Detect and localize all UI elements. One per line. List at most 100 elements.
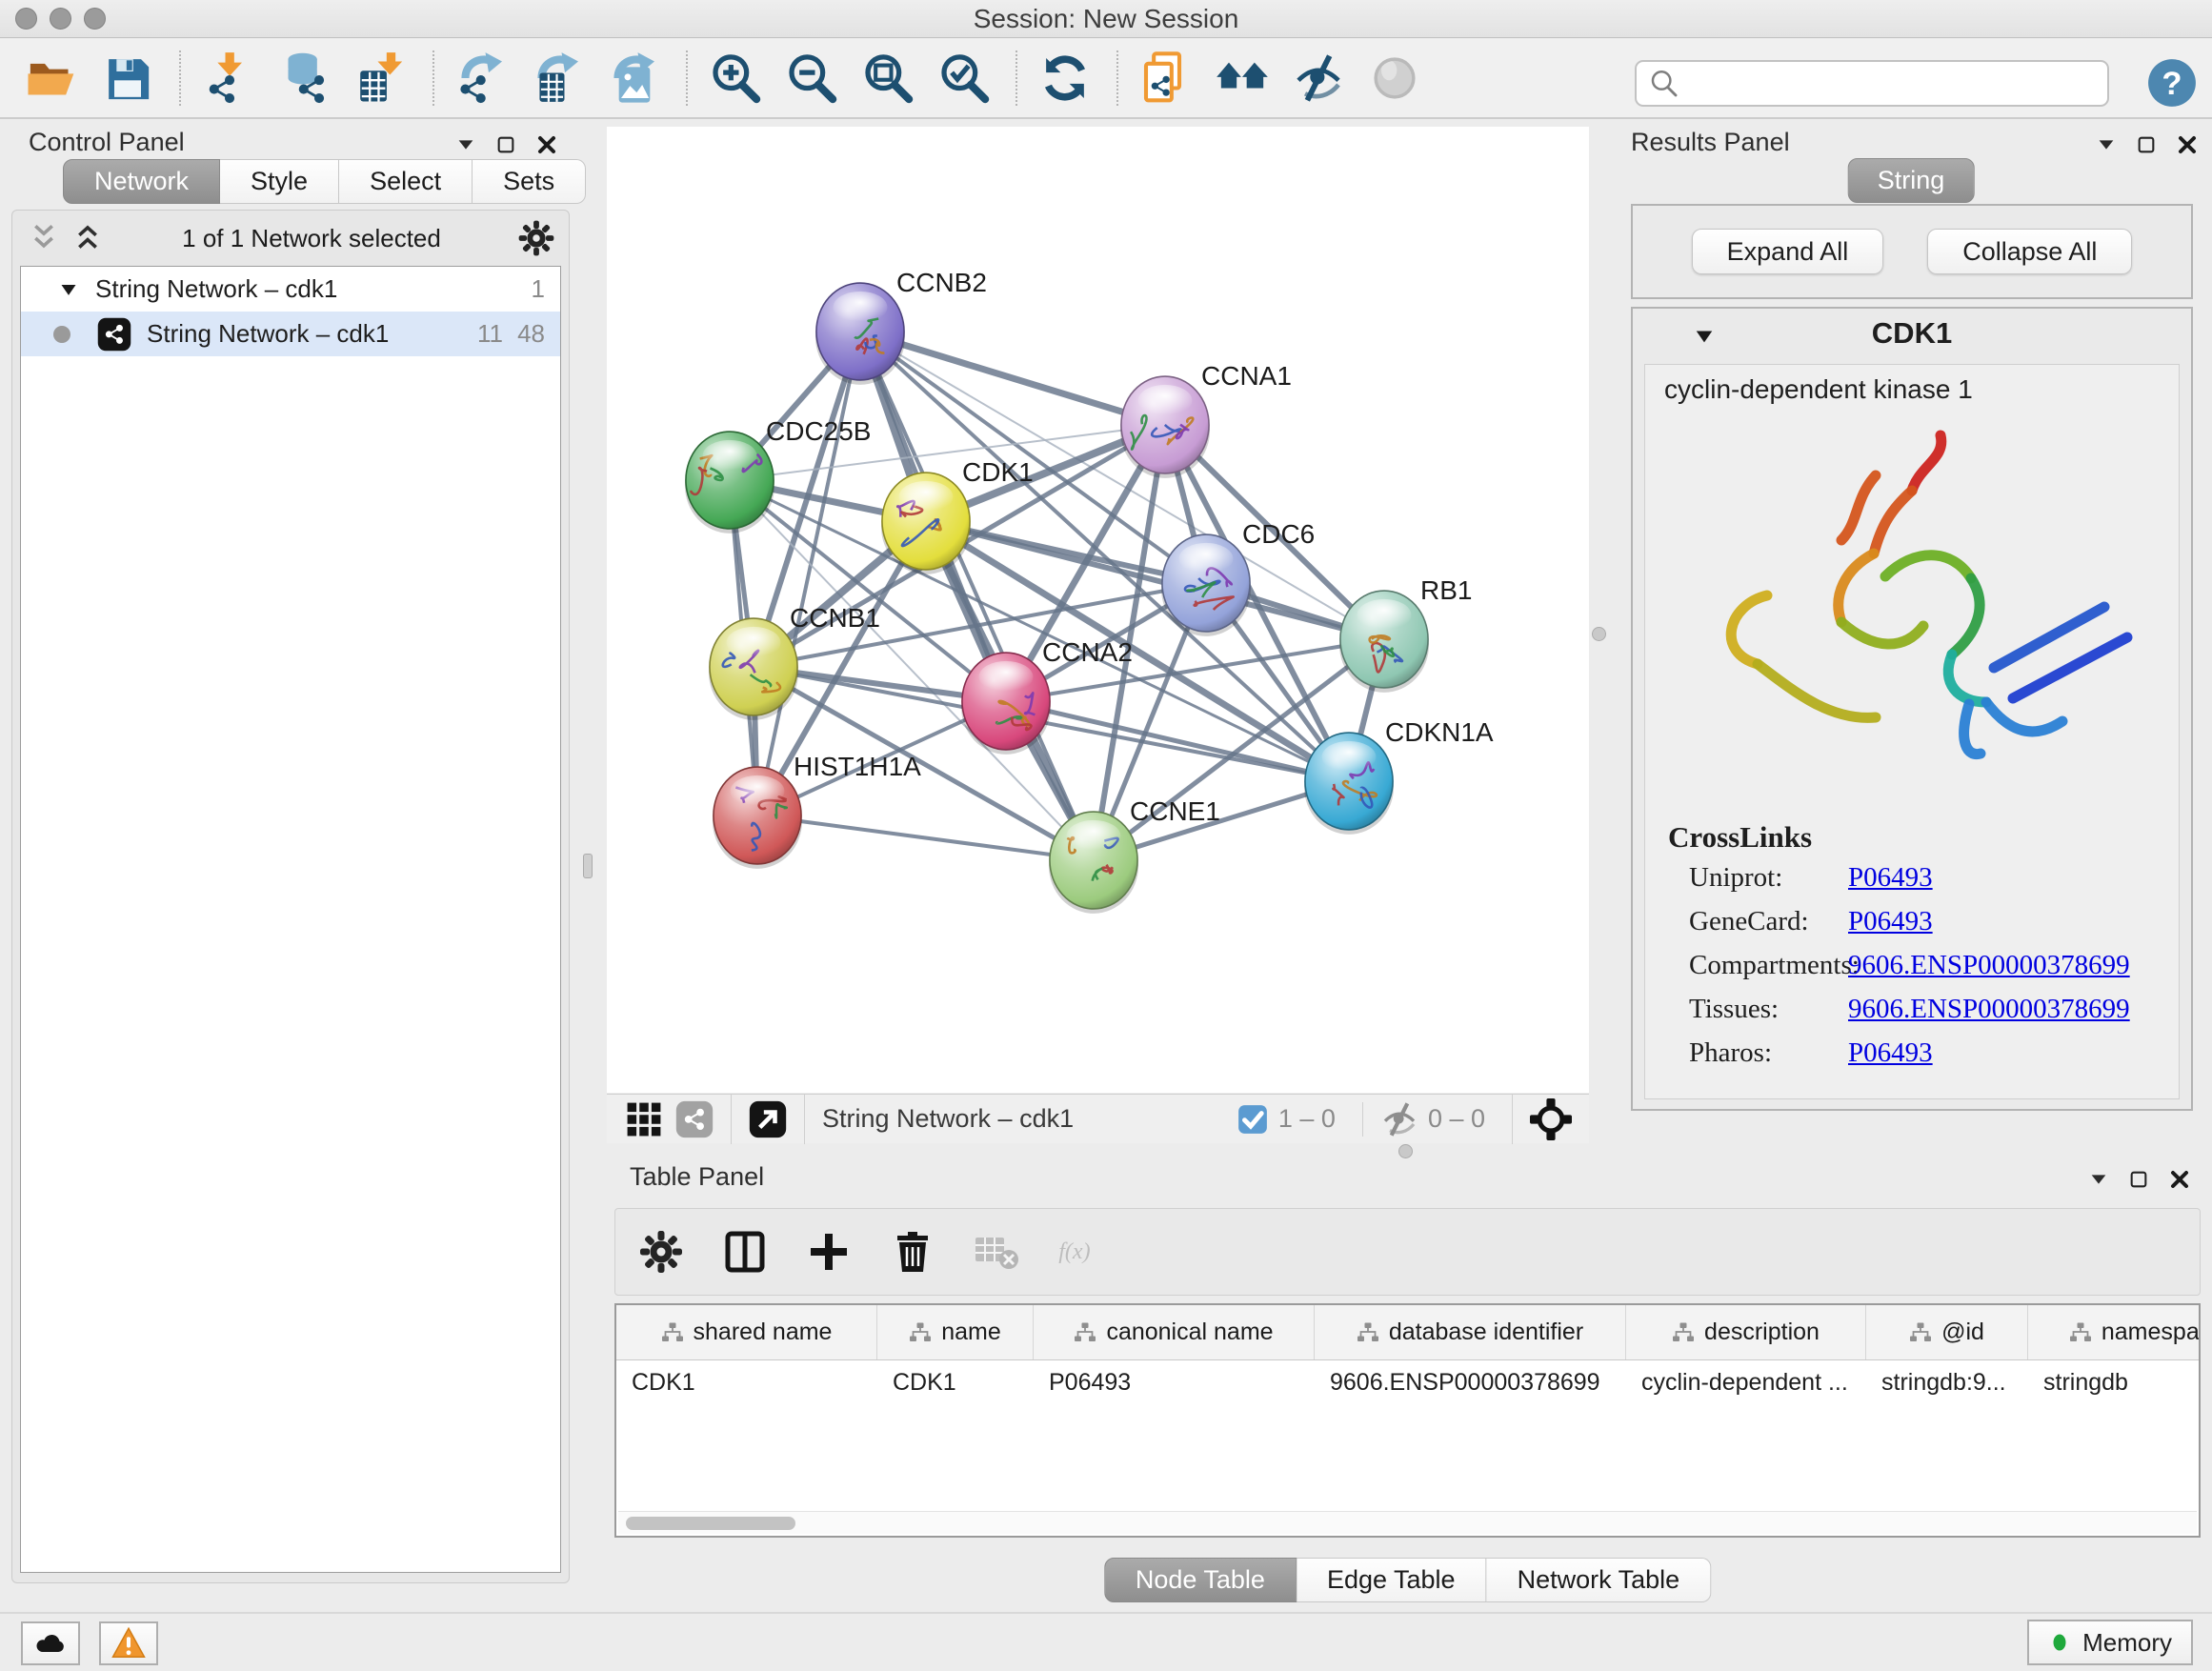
- grid-view-icon[interactable]: [626, 1101, 662, 1137]
- crosslink-row: Pharos:P06493: [1689, 1037, 1772, 1069]
- crosslink-link[interactable]: 9606.ENSP00000378699: [1848, 950, 2130, 981]
- tab-sets[interactable]: Sets: [473, 159, 586, 204]
- left-splitter-handle[interactable]: [583, 854, 593, 878]
- toolbar-separator: [432, 50, 434, 106]
- memory-button[interactable]: Memory: [2027, 1620, 2193, 1665]
- detach-view-icon[interactable]: [749, 1100, 787, 1138]
- title-bar: Session: New Session: [0, 0, 2212, 38]
- apply-layout-button[interactable]: [1035, 48, 1096, 109]
- export-network-button[interactable]: [452, 48, 513, 109]
- clone-network-button[interactable]: [1136, 48, 1196, 109]
- table-horizontal-scrollbar[interactable]: [618, 1511, 2197, 1534]
- status-bar: Memory: [0, 1612, 2212, 1671]
- export-table-button[interactable]: [528, 48, 589, 109]
- birdseye-icon[interactable]: [1530, 1098, 1572, 1140]
- results-panel-float-icon[interactable]: [2136, 134, 2157, 155]
- crosslink-label: Pharos:: [1689, 1037, 1772, 1069]
- add-column-button[interactable]: [806, 1229, 852, 1275]
- results-panel-close-icon[interactable]: [2176, 133, 2199, 156]
- zoom-in-button[interactable]: [705, 48, 766, 109]
- right-splitter-handle[interactable]: [1592, 627, 1606, 641]
- svg-text:?: ?: [2162, 66, 2182, 102]
- cloud-status-button[interactable]: [21, 1621, 80, 1665]
- node-details-card: CDK1 cyclin-dependent kinase 1 CrossLink…: [1631, 307, 2193, 1111]
- search-box[interactable]: [1635, 60, 2109, 107]
- search-input[interactable]: [1680, 65, 2107, 103]
- selected-checkbox-icon[interactable]: [1237, 1103, 1269, 1136]
- control-panel-float-icon[interactable]: [495, 134, 516, 155]
- table-row[interactable]: CDK1CDK1P064939606.ENSP00000378699cyclin…: [616, 1360, 2199, 1405]
- tab-string[interactable]: String: [1848, 158, 1975, 203]
- control-panel-close-icon[interactable]: [535, 133, 558, 156]
- save-session-button[interactable]: [97, 48, 158, 109]
- import-network-database-button[interactable]: [274, 48, 335, 109]
- export-image-button[interactable]: [604, 48, 665, 109]
- network-node-CCNA1: [1120, 376, 1210, 478]
- hide-glasses-button[interactable]: [1288, 48, 1349, 109]
- crosslink-link[interactable]: P06493: [1848, 906, 1933, 937]
- column-header-description[interactable]: description: [1626, 1305, 1866, 1359]
- string-home-button[interactable]: [1212, 48, 1273, 109]
- table-panel-menu-icon[interactable]: [2088, 1169, 2109, 1190]
- results-panel-menu-icon[interactable]: [2096, 134, 2117, 155]
- results-panel: Results Panel String Expand All Collapse…: [1610, 124, 2212, 1149]
- table-panel-close-icon[interactable]: [2168, 1168, 2191, 1191]
- tab-network-table[interactable]: Network Table: [1487, 1558, 1712, 1602]
- zoom-selected-button[interactable]: [934, 48, 995, 109]
- zoom-fit-button[interactable]: [857, 48, 918, 109]
- tab-style[interactable]: Style: [220, 159, 339, 204]
- network-node-CCNA2: [961, 653, 1051, 755]
- open-session-button[interactable]: [21, 48, 82, 109]
- toggle-columns-button[interactable]: [722, 1229, 768, 1275]
- string-view-icon[interactable]: [675, 1100, 714, 1138]
- expand-all-networks-icon[interactable]: [70, 220, 106, 256]
- svg-text:CCNA1: CCNA1: [1201, 361, 1292, 391]
- column-header-namespace[interactable]: namespace: [2028, 1305, 2201, 1359]
- network-node-RB1: [1339, 591, 1429, 693]
- crosslink-link[interactable]: P06493: [1848, 862, 1933, 894]
- control-panel-title: Control Panel: [29, 128, 185, 157]
- tab-edge-table[interactable]: Edge Table: [1297, 1558, 1487, 1602]
- column-header-name[interactable]: name: [877, 1305, 1034, 1359]
- warnings-button[interactable]: [99, 1621, 158, 1665]
- node-table[interactable]: shared namenamecanonical namedatabase id…: [614, 1303, 2201, 1538]
- column-header-database-identifier[interactable]: database identifier: [1315, 1305, 1626, 1359]
- delete-column-button[interactable]: [890, 1229, 935, 1275]
- zoom-out-button[interactable]: [781, 48, 842, 109]
- help-button[interactable]: ?: [2147, 58, 2197, 108]
- collection-expand-icon[interactable]: [59, 280, 78, 299]
- network-options-gear-icon[interactable]: [517, 219, 555, 257]
- crosslink-link[interactable]: P06493: [1848, 1037, 1933, 1069]
- svg-text:CCNB2: CCNB2: [896, 268, 987, 297]
- node-details-header[interactable]: CDK1: [1633, 309, 2191, 362]
- network-tree: String Network – cdk1 1 String Network –…: [20, 266, 561, 1573]
- scrollbar-thumb[interactable]: [626, 1517, 795, 1530]
- tab-select[interactable]: Select: [339, 159, 473, 204]
- memory-label: Memory: [2082, 1628, 2172, 1658]
- network-row[interactable]: String Network – cdk1 11 48: [21, 312, 560, 356]
- toolbar-separator: [686, 50, 688, 106]
- network-collection-row[interactable]: String Network – cdk1 1: [21, 267, 560, 312]
- table-panel-float-icon[interactable]: [2128, 1169, 2149, 1190]
- import-table-button[interactable]: [351, 48, 412, 109]
- crosslink-label: Compartments:: [1689, 950, 1860, 981]
- collapse-all-button[interactable]: Collapse All: [1927, 229, 2132, 274]
- import-network-button[interactable]: [198, 48, 259, 109]
- bottom-splitter-handle[interactable]: [1398, 1144, 1413, 1158]
- collapse-all-networks-icon[interactable]: [26, 220, 62, 256]
- table-toolbar: f(x): [614, 1208, 2201, 1296]
- column-header-canonical-name[interactable]: canonical name: [1034, 1305, 1315, 1359]
- column-header-id[interactable]: @id: [1866, 1305, 2028, 1359]
- crosslink-row: Tissues:9606.ENSP00000378699: [1689, 994, 1779, 1025]
- column-header-shared-name[interactable]: shared name: [616, 1305, 877, 1359]
- tab-node-table[interactable]: Node Table: [1104, 1558, 1297, 1602]
- control-panel-menu-icon[interactable]: [455, 134, 476, 155]
- table-settings-button[interactable]: [638, 1229, 684, 1275]
- tab-network[interactable]: Network: [63, 159, 220, 204]
- network-canvas[interactable]: CCNB2CCNA1CDC25BCDK1CDC6RB1CCNB1CCNA2CDK…: [607, 127, 1589, 1093]
- toolbar-separator: [179, 50, 181, 106]
- expand-all-button[interactable]: Expand All: [1692, 229, 1884, 274]
- crosslink-link[interactable]: 9606.ENSP00000378699: [1848, 994, 2130, 1025]
- svg-text:HIST1H1A: HIST1H1A: [794, 752, 921, 781]
- crosslink-row: GeneCard:P06493: [1689, 906, 1809, 937]
